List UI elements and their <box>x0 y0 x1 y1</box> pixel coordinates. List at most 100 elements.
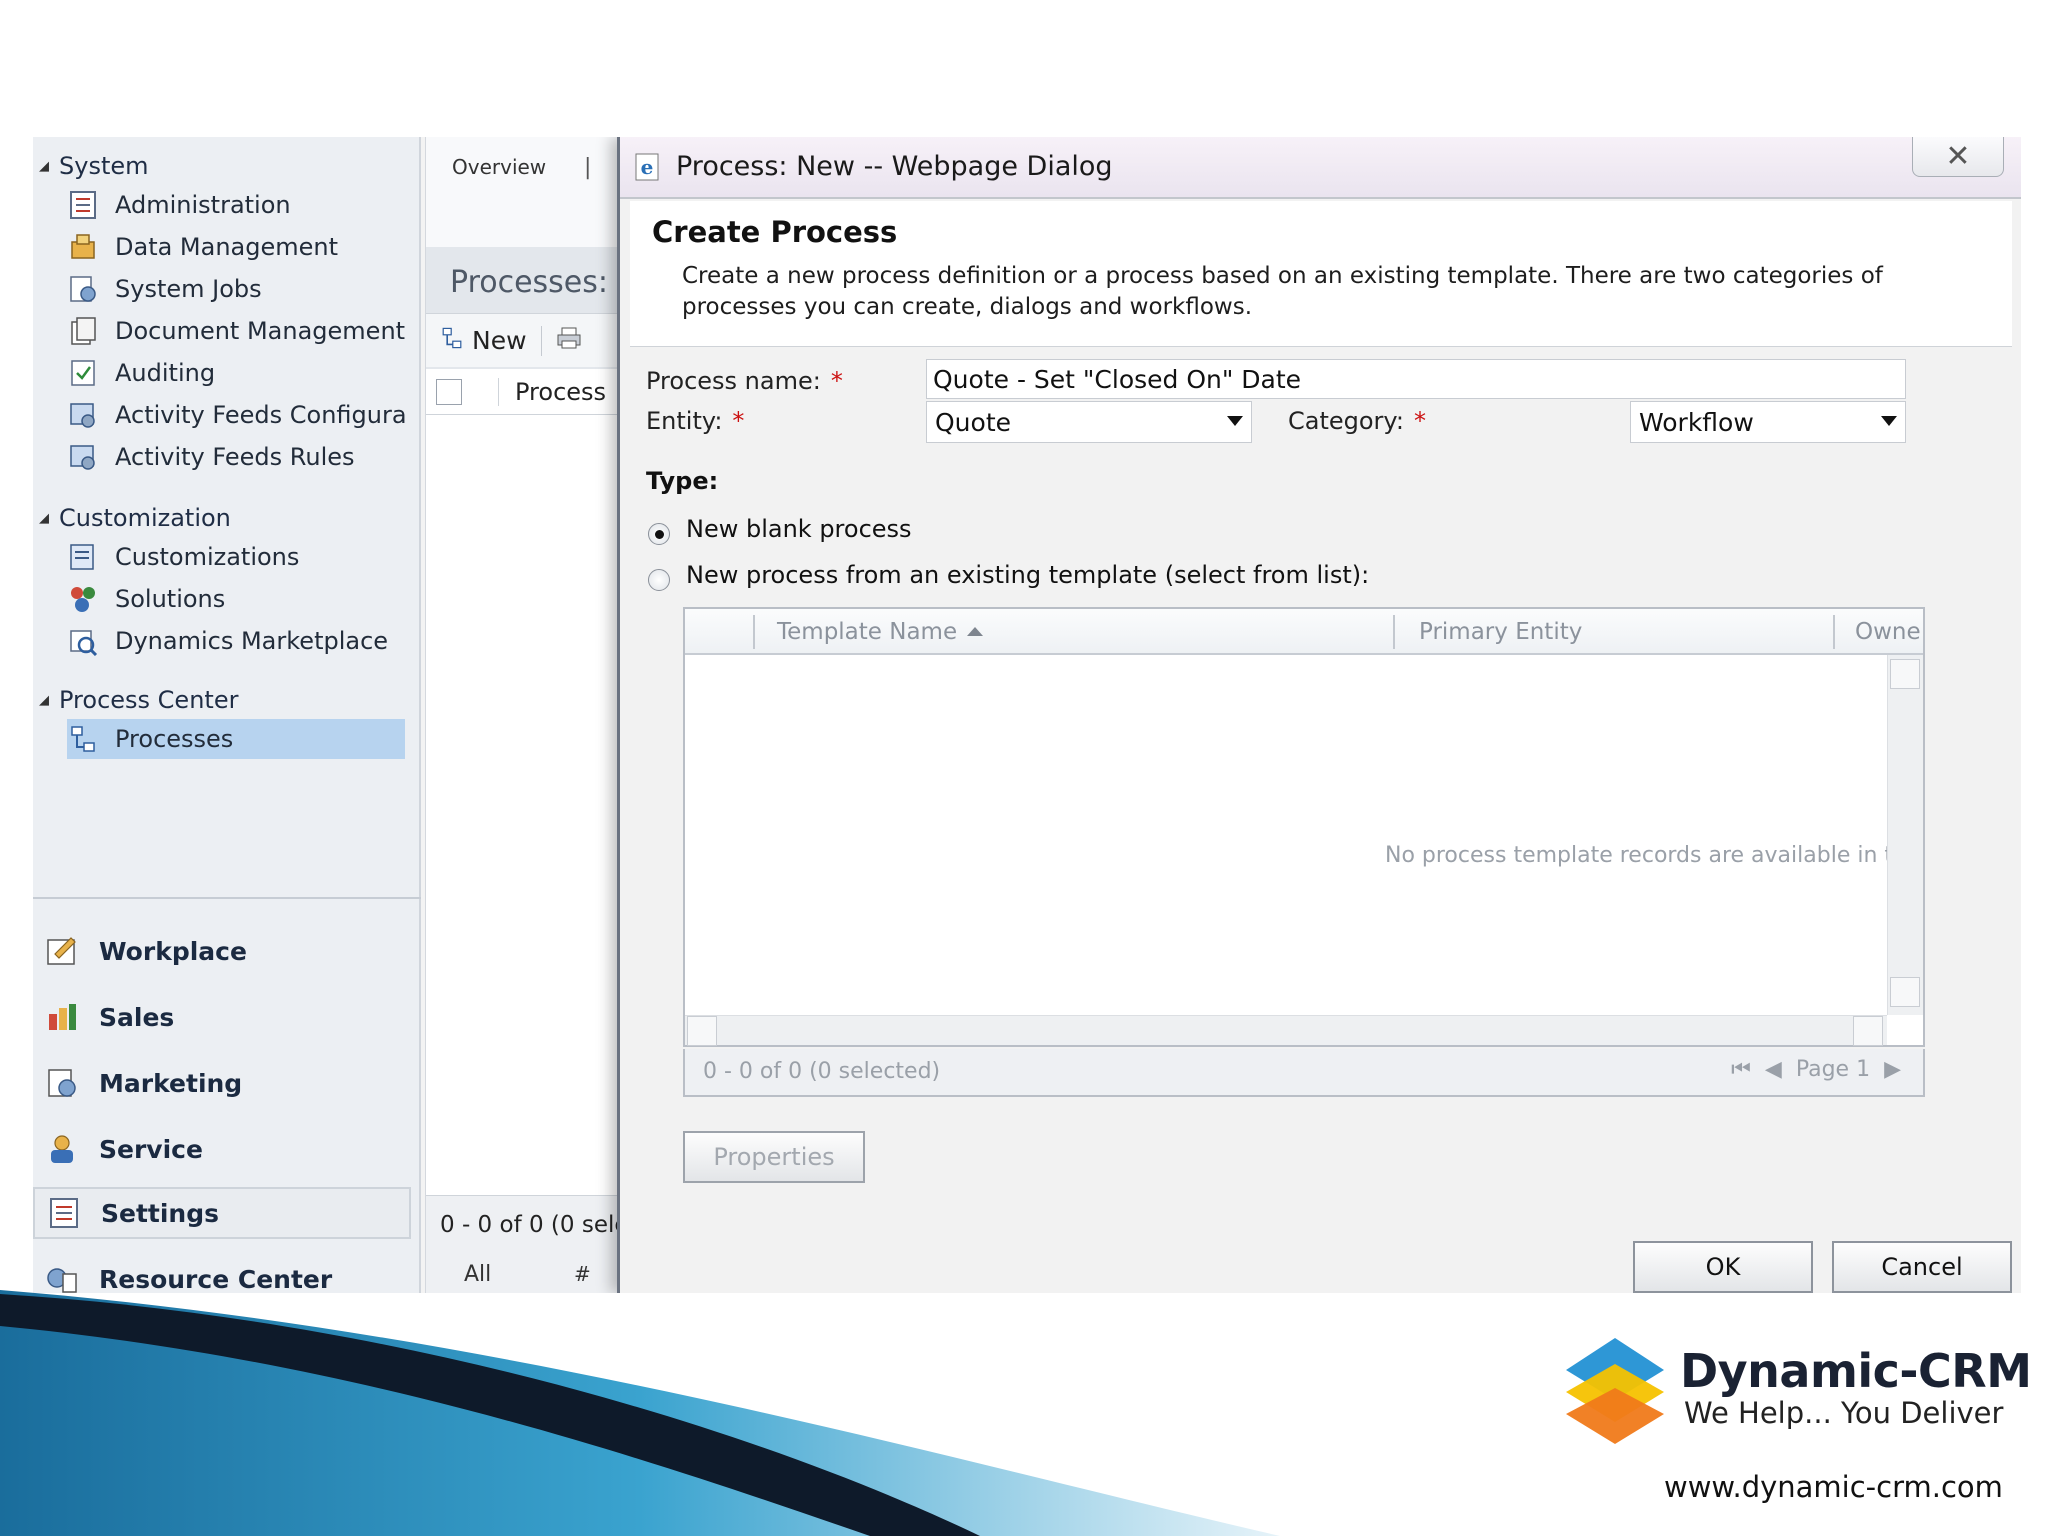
record-count: 0 - 0 of 0 (0 sele <box>440 1212 629 1238</box>
workspace-service[interactable]: Service <box>33 1123 411 1175</box>
column-header-template-name[interactable]: Template Name <box>777 619 984 645</box>
nav-group-process-center[interactable]: ◢ Process Center <box>39 683 238 717</box>
resource-center-icon <box>43 1260 81 1293</box>
template-grid-header: Template Name Primary Entity Owne <box>685 609 1923 655</box>
nav-item-label: Customizations <box>115 543 300 571</box>
expand-triangle-icon: ◢ <box>39 510 49 526</box>
scroll-down-button[interactable] <box>1890 977 1920 1007</box>
type-label: Type: <box>646 467 719 495</box>
nav-item-auditing[interactable]: Auditing <box>67 353 405 393</box>
category-select[interactable]: Workflow <box>1630 401 1906 443</box>
workspace-marketing[interactable]: Marketing <box>33 1057 411 1109</box>
category-value: Workflow <box>1639 407 1754 437</box>
scroll-right-button[interactable] <box>1853 1016 1883 1046</box>
nav-item-processes[interactable]: Processes <box>67 719 405 759</box>
activity-feeds-icon <box>67 399 99 431</box>
nav-item-activity-feeds-configuration[interactable]: Activity Feeds Configura... <box>67 395 405 435</box>
entity-label: Entity: * <box>646 407 744 435</box>
nav-item-label: Solutions <box>115 585 226 613</box>
dropdown-arrow-icon <box>1227 416 1243 426</box>
brand-url[interactable]: www.dynamic-crm.com <box>1664 1470 2003 1504</box>
nav-group-label: Process Center <box>59 686 239 714</box>
properties-button[interactable]: Properties <box>683 1131 865 1183</box>
settings-navigation: ◢ System Administration Data Management <box>33 137 421 1293</box>
nav-item-label: Data Management <box>115 233 339 261</box>
horizontal-scrollbar[interactable] <box>685 1015 1887 1046</box>
close-icon[interactable]: ✕ <box>1912 137 2004 177</box>
cancel-button[interactable]: Cancel <box>1832 1241 2012 1293</box>
nav-item-dynamics-marketplace[interactable]: Dynamics Marketplace <box>67 621 405 661</box>
new-button[interactable]: New <box>472 326 527 355</box>
brand-tagline: We Help... You Deliver <box>1684 1396 2004 1430</box>
nav-group-system[interactable]: ◢ System <box>39 149 149 183</box>
field-label-text: Category: <box>1288 407 1404 435</box>
column-separator <box>753 615 755 649</box>
nav-item-solutions[interactable]: Solutions <box>67 579 405 619</box>
field-label-text: Entity: <box>646 407 723 435</box>
workspace-sales[interactable]: Sales <box>33 991 411 1043</box>
process-name-input[interactable]: Quote - Set "Closed On" Date <box>926 359 1906 399</box>
data-management-icon <box>67 231 99 263</box>
workspace-resource-center[interactable]: Resource Center <box>33 1253 411 1293</box>
nav-item-data-management[interactable]: Data Management <box>67 227 405 267</box>
entity-select[interactable]: Quote <box>926 401 1252 443</box>
brand-name: Dynamic-CRM <box>1680 1344 2032 1398</box>
next-page-icon[interactable]: ▶ <box>1884 1057 1901 1082</box>
nav-item-administration[interactable]: Administration <box>67 185 405 225</box>
process-name-label: Process name: * <box>646 367 843 395</box>
tab-overview[interactable]: Overview <box>452 155 546 179</box>
nav-item-label: Dynamics Marketplace <box>115 627 389 655</box>
previous-page-icon[interactable]: ◀ <box>1765 1057 1782 1082</box>
nav-item-system-jobs[interactable]: System Jobs <box>67 269 405 309</box>
dialog-description: Create a new process definition or a pro… <box>682 263 1883 320</box>
template-grid-footer: 0 - 0 of 0 (0 selected) ⏮ ◀ Page 1 ▶ <box>683 1049 1925 1097</box>
radio-from-template[interactable] <box>648 569 670 591</box>
service-icon <box>43 1130 81 1168</box>
ok-button[interactable]: OK <box>1633 1241 1813 1293</box>
column-header-primary-entity[interactable]: Primary Entity <box>1419 619 1582 645</box>
print-icon[interactable] <box>556 326 582 356</box>
field-label-text: Process name: <box>646 367 821 395</box>
vertical-scrollbar[interactable] <box>1887 655 1923 1015</box>
jump-bar-hash[interactable]: # <box>574 1262 591 1286</box>
nav-item-label: Activity Feeds Rules <box>115 443 355 471</box>
dynamic-crm-logo <box>1566 1338 1664 1444</box>
expand-triangle-icon: ◢ <box>39 692 49 708</box>
tab-separator: | <box>584 155 592 180</box>
workspace-label: Sales <box>99 1002 175 1032</box>
nav-item-activity-feeds-rules[interactable]: Activity Feeds Rules <box>67 437 405 477</box>
solutions-icon <box>67 583 99 615</box>
activity-feeds-rules-icon <box>67 441 99 473</box>
select-all-checkbox[interactable] <box>436 378 462 405</box>
sort-ascending-icon <box>967 627 984 636</box>
column-header-owner[interactable]: Owne <box>1855 619 1921 645</box>
radio-new-blank-process[interactable] <box>648 523 670 545</box>
expand-triangle-icon: ◢ <box>39 158 49 174</box>
workspace-label: Service <box>99 1134 203 1164</box>
svg-text:e: e <box>641 155 654 179</box>
crm-screenshot: ◢ System Administration Data Management <box>33 137 2021 1293</box>
radio-label-from-template: New process from an existing template (s… <box>686 561 1370 589</box>
customizations-icon <box>67 541 99 573</box>
workspace-settings[interactable]: Settings <box>33 1187 411 1239</box>
column-header-process[interactable]: Process <box>498 377 606 406</box>
processes-view-title: Processes: <box>450 265 608 300</box>
dialog-title: Process: New -- Webpage Dialog <box>676 151 1113 182</box>
scroll-left-button[interactable] <box>687 1016 717 1046</box>
first-page-icon[interactable]: ⏮ <box>1731 1057 1751 1082</box>
required-marker: * <box>732 407 745 435</box>
dropdown-arrow-icon <box>1881 416 1897 426</box>
jump-bar-all[interactable]: All <box>464 1262 491 1287</box>
nav-group-label: Customization <box>59 504 231 532</box>
nav-item-customizations[interactable]: Customizations <box>67 537 405 577</box>
scroll-up-button[interactable] <box>1890 659 1920 689</box>
system-jobs-icon <box>67 273 99 305</box>
internet-explorer-icon: e <box>634 149 664 183</box>
nav-group-customization[interactable]: ◢ Customization <box>39 501 231 535</box>
nav-item-document-management[interactable]: Document Management <box>67 311 405 351</box>
workspace-label: Marketing <box>99 1068 243 1098</box>
auditing-icon <box>67 357 99 389</box>
dialog-titlebar[interactable]: e Process: New -- Webpage Dialog ✕ <box>620 137 2021 199</box>
entity-value: Quote <box>935 407 1012 437</box>
workspace-workplace[interactable]: Workplace <box>33 925 411 977</box>
